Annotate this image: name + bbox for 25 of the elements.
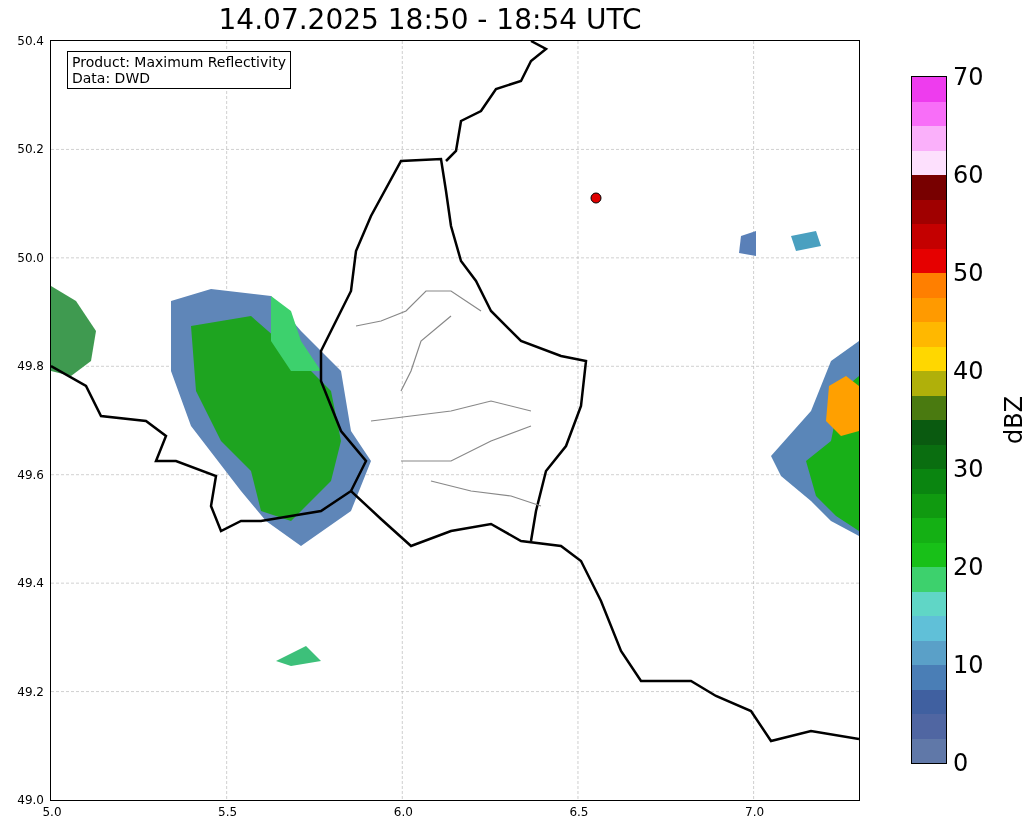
- colorbar-tick-label: 40: [953, 357, 984, 385]
- colorbar-tick-label: 50: [953, 259, 984, 287]
- colorbar-tick-label: 70: [953, 63, 984, 91]
- colorbar-tick-label: 0: [953, 749, 969, 777]
- info-text: Product: Maximum Reflectivity: [72, 54, 286, 70]
- y-tick-label: 50.0: [17, 250, 44, 265]
- x-tick-label: 6.5: [569, 805, 589, 819]
- info-text: Data: DWD: [72, 70, 151, 86]
- y-tick-label: 49.6: [17, 467, 44, 482]
- x-tick-label: 6.0: [393, 805, 413, 819]
- x-tick-label: 5.0: [42, 805, 62, 819]
- colorbar-tick-label: 10: [953, 651, 984, 679]
- colorbar-tick-label: 60: [953, 161, 984, 189]
- y-tick-label: 49.2: [17, 684, 44, 699]
- x-tick-label: 5.5: [218, 805, 238, 819]
- y-tick-label: 49.8: [17, 359, 44, 374]
- colorbar-label: dBZ: [1000, 395, 1023, 445]
- x-tick-label: 7.0: [745, 805, 765, 819]
- y-tick-label: 50.2: [17, 142, 44, 157]
- colorbar-tick-label: 20: [953, 553, 984, 581]
- chart-title: 14.07.2025 18:50 - 18:54 UTC: [218, 2, 642, 38]
- y-tick-label: 49.0: [17, 793, 44, 807]
- y-tick-label: 49.4: [17, 576, 44, 591]
- y-tick-label: 50.4: [17, 34, 44, 48]
- colorbar-tick-label: 30: [953, 455, 984, 483]
